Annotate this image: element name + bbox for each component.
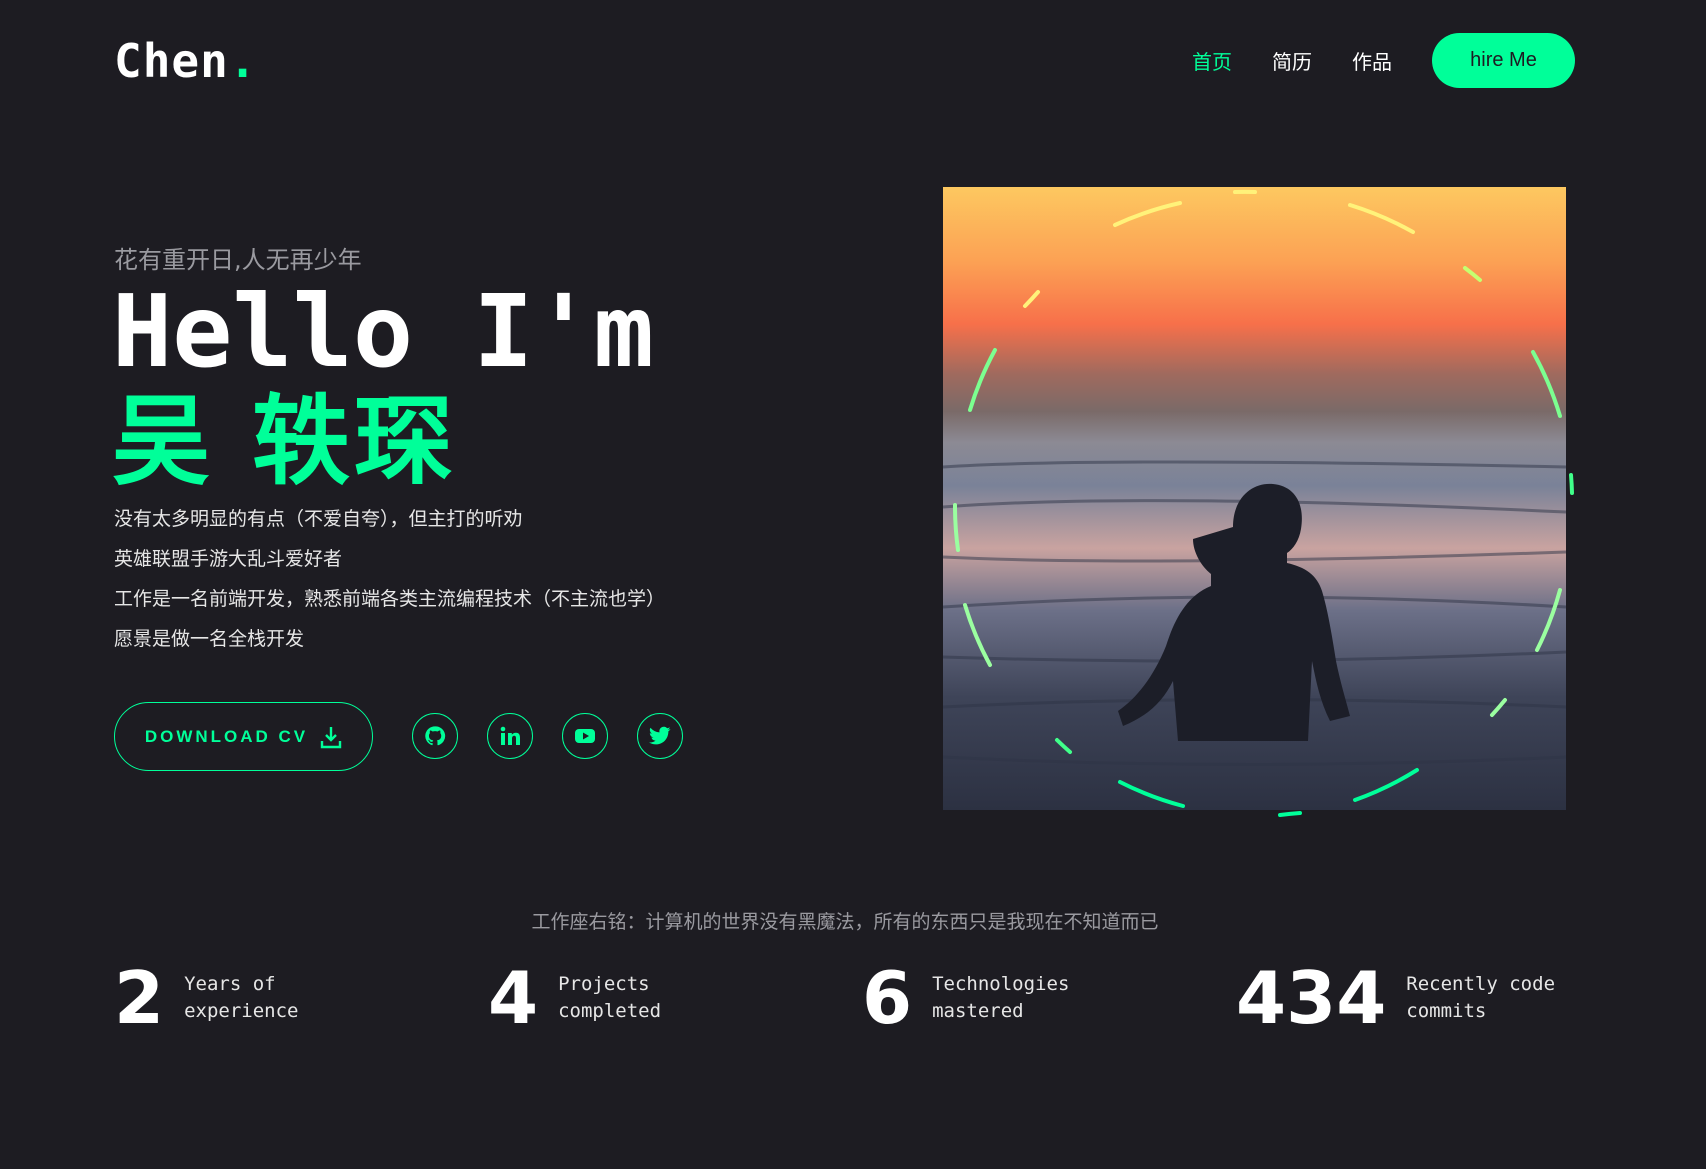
github-link[interactable] [412,713,458,759]
stat-label: Projects completed [558,973,662,1022]
youtube-link[interactable] [562,713,608,759]
logo-dot: . [228,34,258,88]
intro-line: 没有太多明显的有点（不爱自夸），但主打的听劝 [114,508,523,530]
stat-value: 434 [1236,956,1387,1040]
work-motto: 工作座右铭：计算机的世界没有黑魔法，所有的东西只是我现在不知道而已 [531,911,1159,933]
logo-text: Chen [114,34,229,88]
motto: 花有重开日,人无再少年 [114,246,362,274]
stat-value: 4 [488,956,539,1040]
greeting: Hello I'm [112,273,654,390]
intro-line: 愿景是做一名全栈开发 [114,628,305,650]
twitter-icon [649,726,671,745]
linkedin-link[interactable] [487,713,533,759]
download-cv-button[interactable]: DOWNLOAD CV [114,702,373,771]
hire-me-button[interactable]: hire Me [1432,33,1575,88]
intro-line: 英雄联盟手游大乱斗爱好者 [114,548,343,570]
stat-years: 2 Years of experience [114,958,364,1038]
download-icon [320,726,342,748]
stat-label: Recently code commits [1406,973,1556,1022]
nav-home[interactable]: 首页 [1192,46,1232,75]
stat-value: 6 [862,956,913,1040]
download-cv-label: DOWNLOAD CV [144,726,309,746]
nav-works[interactable]: 作品 [1352,46,1392,75]
stat-label: Technologies mastered [932,973,1070,1022]
person-silhouette [1118,483,1350,741]
profile-photo [943,187,1566,810]
linkedin-icon [500,726,520,745]
intro-line: 工作是一名前端开发，熟悉前端各类主流编程技术（不主流也学） [114,588,666,610]
stat-projects: 4 Projects completed [488,958,738,1038]
stat-label: Years of experience [184,973,299,1022]
nav-resume[interactable]: 简历 [1272,46,1312,75]
stat-commits: 434 Recently code commits [1236,958,1586,1038]
twitter-link[interactable] [637,713,683,759]
hero-name: 吴 轶琛 [112,385,457,499]
github-icon [425,726,446,746]
stat-value: 2 [114,956,165,1040]
youtube-icon [575,729,595,743]
logo[interactable]: Chen. [114,34,257,88]
stat-technologies: 6 Technologies mastered [862,958,1112,1038]
